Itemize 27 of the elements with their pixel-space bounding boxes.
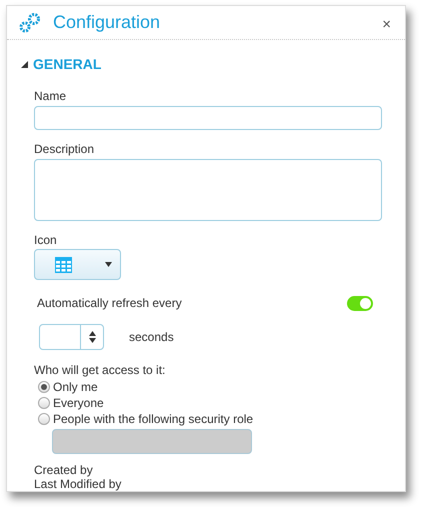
grid-icon (55, 256, 72, 272)
caret-icon (105, 262, 112, 267)
radio-label[interactable]: People with the following security role (53, 410, 254, 428)
access-label: Who will get access to it: (34, 362, 166, 379)
icon-dropdown[interactable] (34, 249, 121, 280)
field-label: Name (34, 88, 68, 105)
radio-label[interactable]: Everyone (53, 394, 104, 412)
refresh-label: Automatically refresh every (37, 295, 182, 312)
window-title: Configuration (53, 11, 160, 34)
unit-label: seconds (129, 329, 174, 346)
radio-label[interactable]: Only me (53, 378, 98, 396)
gears-icon (19, 12, 41, 32)
refresh-toggle[interactable] (347, 296, 373, 310)
meta-label: Created by (34, 463, 94, 477)
up-arrow-icon[interactable] (88, 331, 96, 336)
name-field[interactable] (34, 106, 382, 130)
field-label: Description (34, 141, 96, 158)
collapse-triangle-icon[interactable] (21, 61, 28, 68)
field-label: Icon (34, 232, 58, 249)
radio-button[interactable] (38, 397, 50, 409)
close-button[interactable]: × (382, 14, 391, 36)
radio-button[interactable] (38, 413, 50, 425)
radio-button[interactable] (38, 381, 50, 393)
description-field[interactable] (34, 159, 382, 221)
number-spinner[interactable] (39, 324, 104, 350)
down-arrow-icon[interactable] (88, 338, 96, 343)
meta-label: Last Modified by (34, 477, 122, 491)
